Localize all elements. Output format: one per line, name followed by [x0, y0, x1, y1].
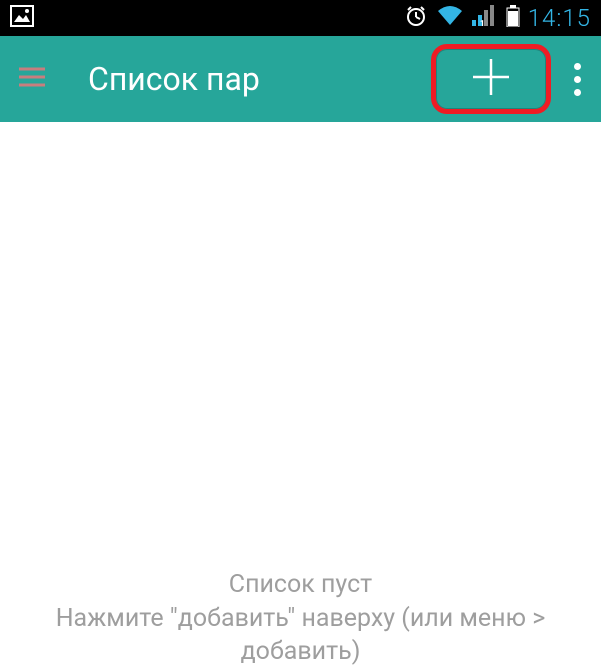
hamburger-icon: [19, 67, 45, 91]
gallery-icon: [10, 5, 34, 31]
add-button[interactable]: [431, 44, 551, 114]
battery-icon: [506, 5, 520, 31]
status-clock: 14:15: [528, 4, 591, 32]
content-area: Список пуст Нажмите "добавить" наверху (…: [0, 122, 601, 669]
plus-icon: [469, 55, 513, 103]
alarm-icon: [404, 4, 428, 32]
page-title: Список пар: [88, 60, 431, 98]
svg-text:1: 1: [480, 19, 485, 27]
empty-text-line2: Нажмите "добавить" наверху (или меню > д…: [6, 602, 595, 669]
status-right: 1 14:15: [404, 4, 591, 32]
empty-state-text: Список пуст Нажмите "добавить" наверху (…: [0, 568, 601, 669]
empty-text-line1: Список пуст: [6, 568, 595, 602]
signal-icon: 1: [472, 5, 498, 31]
status-bar: 1 14:15: [0, 0, 601, 36]
status-left: [10, 5, 34, 31]
overflow-dot-icon: [574, 76, 581, 83]
overflow-menu-button[interactable]: [565, 54, 589, 104]
wifi-icon: [436, 5, 464, 31]
overflow-dot-icon: [574, 63, 581, 70]
overflow-dot-icon: [574, 89, 581, 96]
app-bar: Список пар: [0, 36, 601, 122]
menu-button[interactable]: [12, 59, 52, 99]
